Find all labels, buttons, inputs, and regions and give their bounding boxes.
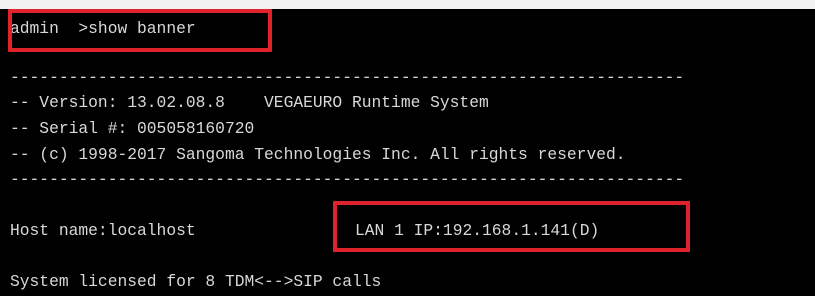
command-line: admin >show banner [10,19,196,38]
host-name: Host name:localhost [10,221,196,240]
version-line: -- Version: 13.02.08.8 VEGAEURO Runtime … [10,93,489,112]
terminal-window[interactable]: admin >show banner ---------------------… [0,9,815,296]
copyright-line: -- (c) 1998-2017 Sangoma Technologies In… [10,145,626,164]
separator-bottom: ----------------------------------------… [10,170,685,189]
lan-ip-address: LAN 1 IP:192.168.1.141(D) [355,221,600,240]
license-line: System licensed for 8 TDM<-->SIP calls [10,272,382,291]
serial-line: -- Serial #: 005058160720 [10,119,255,138]
separator-top: ----------------------------------------… [10,68,685,87]
